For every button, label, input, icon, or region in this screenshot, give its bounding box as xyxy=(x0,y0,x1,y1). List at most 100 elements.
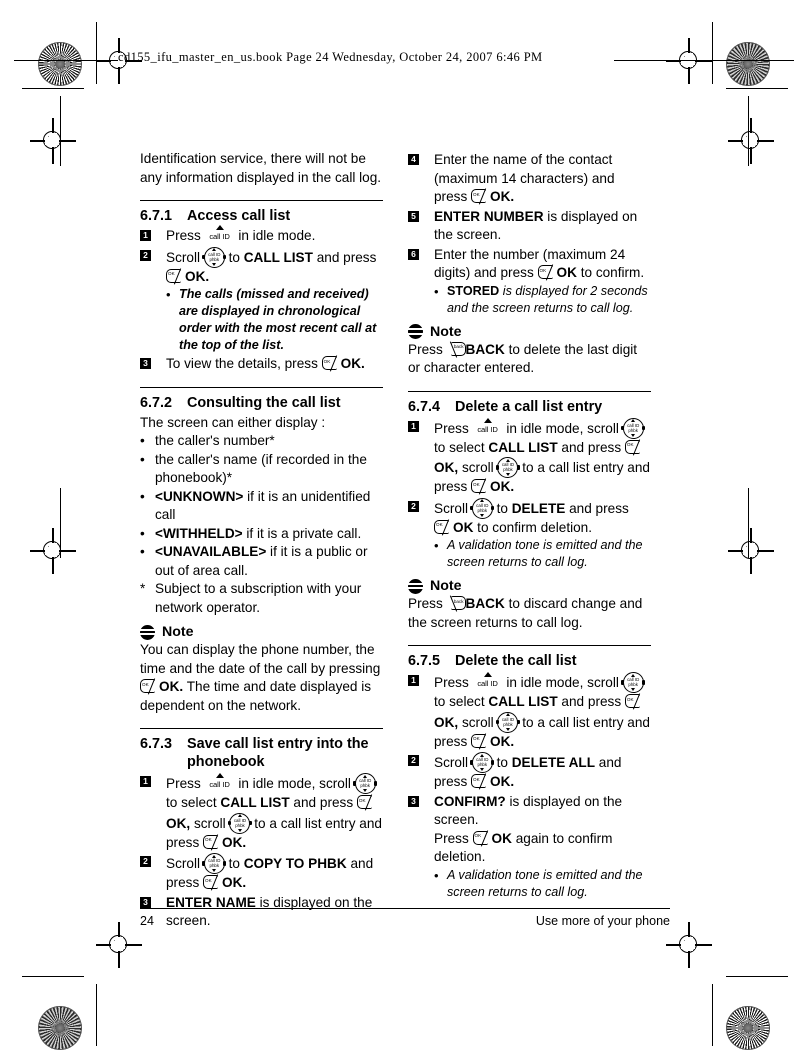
ok-key-label: OK xyxy=(626,696,634,702)
ok-key-icon: OK xyxy=(472,829,492,847)
step-marker: 3 xyxy=(408,793,434,867)
section-divider xyxy=(140,728,383,729)
note-label: Note xyxy=(430,323,462,340)
back-key-label: back xyxy=(453,598,464,604)
step-number: 1 xyxy=(408,675,419,686)
step-text-part: to confirm. xyxy=(580,265,645,280)
menu-item-name: CALL LIST xyxy=(243,249,313,265)
sub-bullet: • A validation tone is emitted and the s… xyxy=(408,867,651,901)
step-marker: 2 xyxy=(140,247,166,287)
lead-paragraph: The screen can either display : xyxy=(140,414,326,430)
ok-label: OK xyxy=(491,830,512,846)
note-text-part: Press xyxy=(408,341,443,357)
navigation-key-icon: call ID phbk xyxy=(470,497,495,519)
call-id-key-icon: call ID xyxy=(205,773,235,792)
nav-key-bottom-label: phbk xyxy=(503,721,513,727)
navigation-key-icon: call ID phbk xyxy=(202,246,227,268)
registration-mark-right-upper xyxy=(728,118,774,164)
step-item: 1 Press call ID in idle mode, scroll cal… xyxy=(140,773,383,852)
page-number: 24 xyxy=(140,914,154,928)
ok-key-icon: OK xyxy=(356,794,376,811)
menu-item-name: CALL LIST xyxy=(488,694,558,709)
display-token: CONFIRM? xyxy=(434,793,506,809)
heading-title: Delete a call list entry xyxy=(455,398,603,415)
ok-key-icon: OK xyxy=(140,678,159,695)
step-text-part: Press xyxy=(166,776,201,791)
rosette-mark-bottom-left xyxy=(38,1006,82,1050)
step-marker: 2 xyxy=(408,498,434,538)
navigation-key-icon: call ID phbk xyxy=(495,711,521,733)
ok-key-label: OK xyxy=(168,271,175,276)
bullet-glyph: • xyxy=(166,287,171,302)
ok-label: OK. xyxy=(185,268,210,284)
step-item: 2 Scroll call ID phbk to DELETE ALL and p… xyxy=(408,752,651,792)
registration-mark-bottom-right xyxy=(666,922,712,968)
menu-item-name: CALL LIST xyxy=(488,439,558,455)
chapter-title: Use more of your phone xyxy=(535,914,670,928)
step-text-part: and press xyxy=(293,795,354,810)
ok-key-label: OK xyxy=(473,481,480,487)
heading-title-line1: Save call list entry into the xyxy=(187,736,369,752)
ok-key-icon: OK xyxy=(471,773,490,790)
display-token: <UNKNOWN> xyxy=(155,488,244,504)
step-text: To view the details, press OK OK. xyxy=(166,355,383,374)
heading-title: Save call list entry into the phonebook xyxy=(187,735,383,771)
step-text-part: scroll xyxy=(461,460,494,475)
list-item: • the caller's number* xyxy=(140,432,383,451)
crop-line-right-mid2 xyxy=(748,488,750,558)
step-number: 1 xyxy=(408,420,419,432)
list-item-text: the caller's number* xyxy=(155,433,275,448)
step-marker: 5 xyxy=(408,208,434,245)
section-divider xyxy=(408,390,651,392)
step-item: 1 Press call ID in idle mode, scroll cal… xyxy=(408,672,651,751)
footnote-marker: * xyxy=(140,581,146,596)
step-text-part: Press xyxy=(434,830,469,846)
step-item: 2 Scroll call ID phbk to CALL LIST and pr… xyxy=(140,246,383,287)
crop-line-left-mid xyxy=(60,96,62,166)
list-item-text: <UNAVAILABLE> if it is a public or out o… xyxy=(155,543,383,580)
heading-number: 6.7.5 xyxy=(408,653,441,669)
step-number: 3 xyxy=(408,795,419,807)
ok-key-label: OK xyxy=(142,681,149,687)
ok-label: OK. xyxy=(490,733,515,749)
bullet-glyph: • xyxy=(140,488,145,504)
step-number: 4 xyxy=(408,154,419,165)
heading-title: Delete the call list xyxy=(455,653,577,669)
note-text: You can display the phone number, the ti… xyxy=(140,641,383,715)
step-item: 2 Scroll call ID phbk to COPY TO PHBK and… xyxy=(140,853,383,893)
sub-bullet-text: A validation tone is emitted and the scr… xyxy=(447,867,643,899)
nav-key-bottom-label: phbk xyxy=(477,507,488,513)
ok-label: OK. xyxy=(490,189,515,204)
step-text: Press call ID in idle mode, scroll call … xyxy=(434,672,651,751)
footnote-text: Subject to a subscription with your netw… xyxy=(155,581,362,615)
crop-line-right-bottom xyxy=(726,976,788,978)
display-token: <UNAVAILABLE> xyxy=(155,544,267,559)
bullet-glyph: • xyxy=(434,283,439,299)
step-marker: 2 xyxy=(140,853,166,893)
step-text-part: to xyxy=(228,249,240,265)
nav-key-bottom-label: phbk xyxy=(209,256,220,262)
navigation-key-icon: call ID phbk xyxy=(470,752,495,773)
step-text: Press call ID in idle mode. xyxy=(166,225,383,246)
note-label: Note xyxy=(162,624,194,640)
display-token: ENTER NUMBER xyxy=(434,208,544,224)
step-number: 1 xyxy=(140,230,151,241)
heading-number: 6.7.3 xyxy=(140,736,173,752)
step-number: 3 xyxy=(140,358,151,369)
bullet-glyph: • xyxy=(434,538,439,553)
step-text-part: Scroll xyxy=(166,856,200,871)
ok-label: OK. xyxy=(159,679,184,694)
ok-key-icon: OK xyxy=(537,264,557,281)
crop-line-left-top xyxy=(22,88,84,90)
note-text: Press back BACK to discard change and the… xyxy=(408,595,651,632)
navigation-key-icon: call ID phbk xyxy=(202,853,227,874)
call-id-key-label: call ID xyxy=(209,780,230,790)
step-text-part: to select xyxy=(434,439,485,455)
step-number: 6 xyxy=(408,248,419,260)
back-key-icon: back xyxy=(447,340,466,358)
note-text: Press back BACK to delete the last digit … xyxy=(408,340,651,378)
step-item: 2 Scroll call ID phbk to DELETE and press… xyxy=(408,497,651,538)
note-header: Note xyxy=(408,578,651,594)
step-item: 3 CONFIRM? is displayed on the screen. P… xyxy=(408,793,651,867)
note-label: Note xyxy=(430,578,462,594)
